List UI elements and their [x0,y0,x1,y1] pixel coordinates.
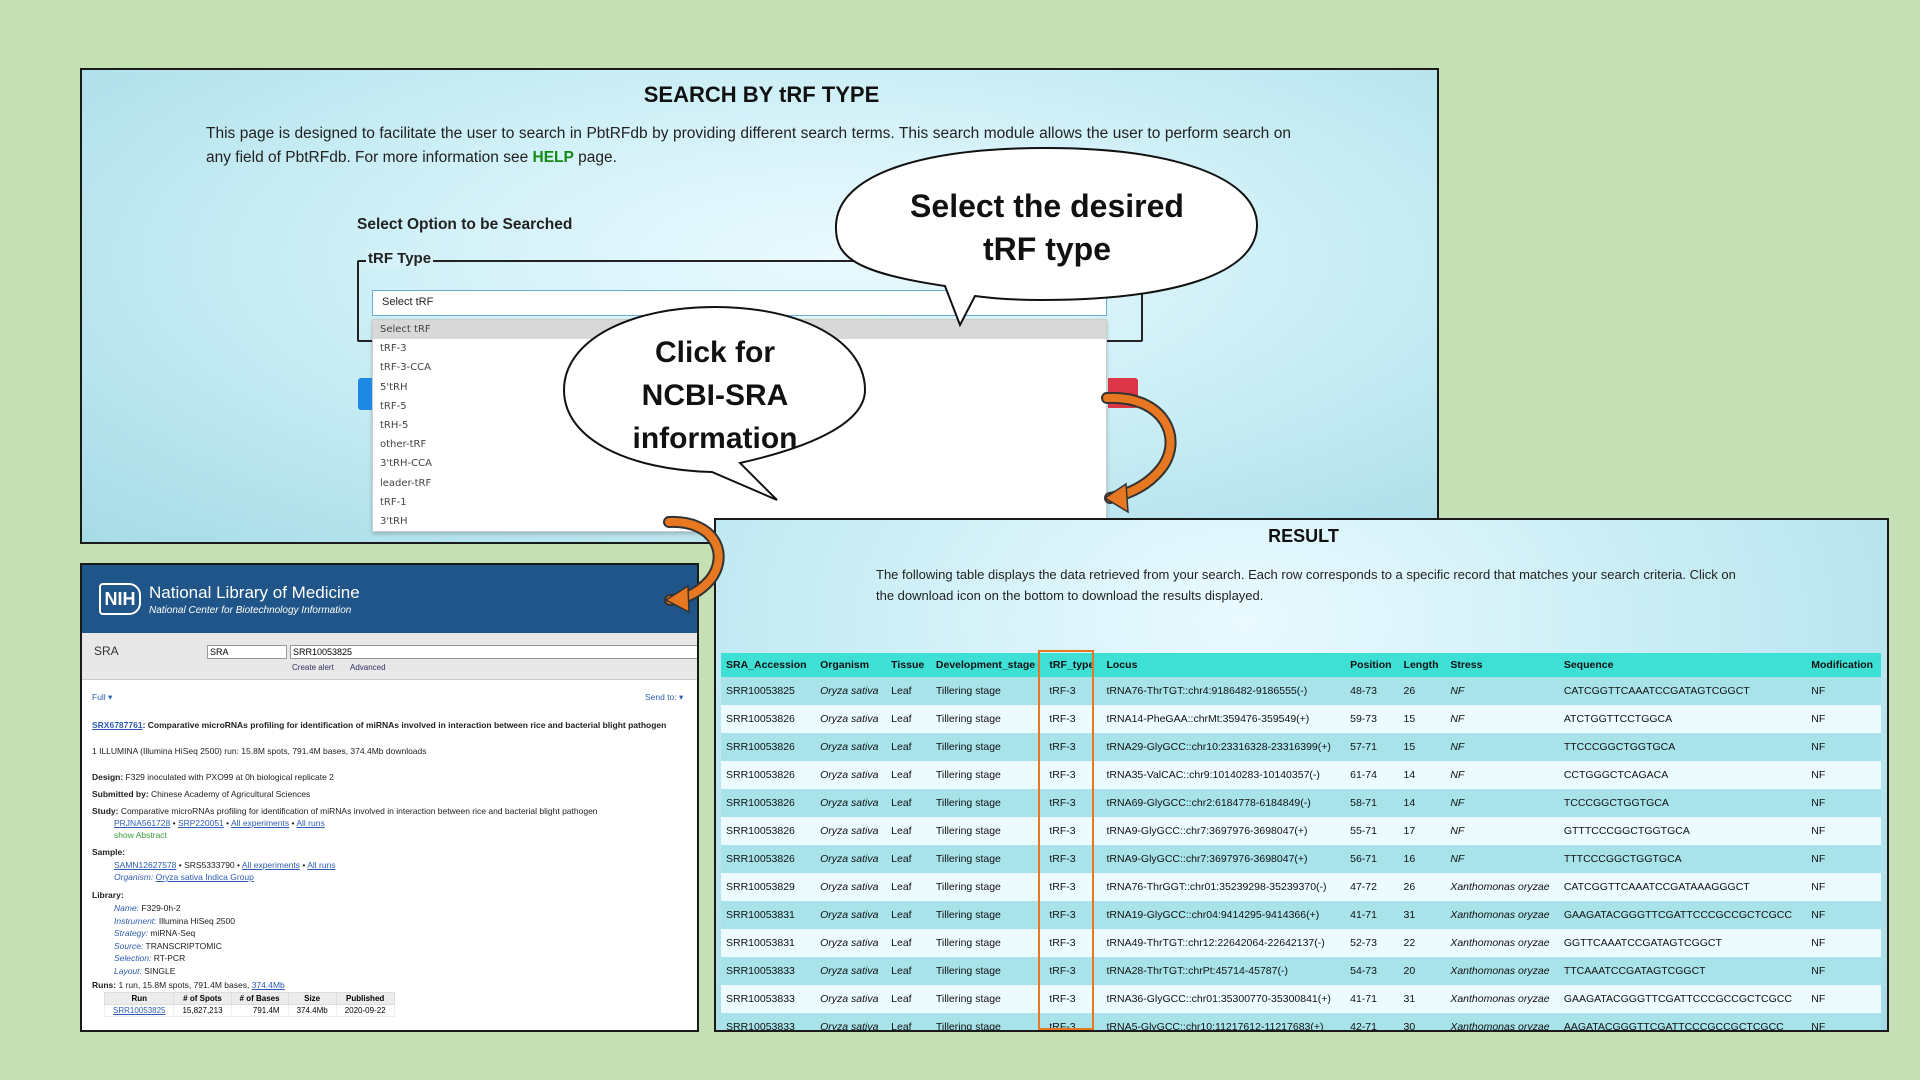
ncbi-sra-callout: Click for NCBI-SRA information [562,305,867,501]
curved-arrow-to-ncbi [663,515,725,614]
callout-select-line1: Select the desired [910,188,1184,224]
callout-click-line1: Click for [655,336,775,369]
callout-select-line2: tRF type [983,231,1111,267]
callout-click-line2: NCBI-SRA [642,379,789,412]
annotation-overlay: Select the desired tRF type Click for NC… [562,146,1259,614]
curved-arrow-to-result [1101,391,1177,514]
callout-click-line3: information [633,422,798,455]
select-trf-callout: Select the desired tRF type [834,146,1259,328]
